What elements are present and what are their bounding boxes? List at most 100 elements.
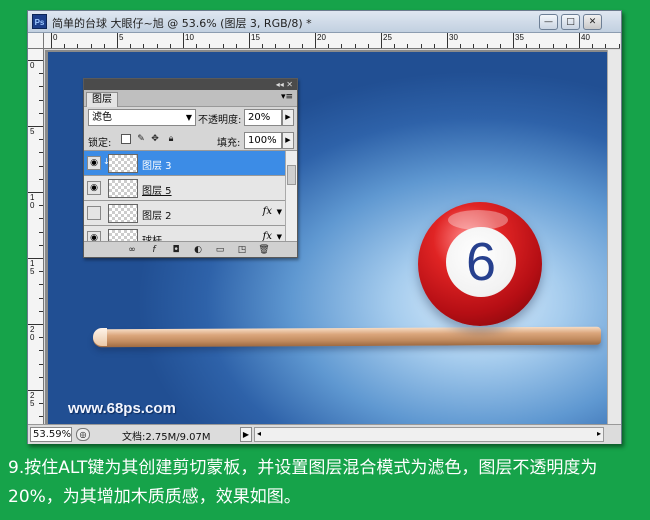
ruler-label: 0 (53, 33, 58, 42)
layers-tab-row: 图层 ▾≡ (84, 90, 297, 107)
opacity-label: 不透明度: (198, 115, 242, 126)
layers-scrollbar[interactable] (285, 151, 297, 241)
ruler-tick (39, 99, 43, 101)
fill-field[interactable]: 100% (244, 132, 282, 149)
lock-paint-icon[interactable]: ✎ (136, 134, 146, 144)
ruler-origin[interactable] (28, 33, 44, 49)
blend-mode-value: 滤色 (92, 112, 112, 123)
ball-number: 6 (465, 232, 497, 292)
horizontal-ruler[interactable]: 0 5 10 15 20 25 30 35 40 (44, 33, 620, 49)
layers-footer: ∞ f ◘ ◐ ▭ ◳ 🗑︎ (84, 241, 297, 257)
window-title: 简单的台球 大眼仔~旭 @ 53.6% (图层 3, RGB/8) * (52, 17, 312, 30)
layers-list: ◉ ↓ 图层 3 ◉ 图层 5 图层 2 fx ▼ ◉ 球杆 fx ▼ (84, 151, 286, 241)
ruler-tick (156, 44, 158, 48)
expand-effects-arrow-icon[interactable]: ▼ (277, 208, 282, 216)
status-menu-arrow-icon[interactable]: ▶ (240, 427, 252, 442)
ruler-tick (486, 44, 488, 48)
ruler-label: 5 (119, 33, 124, 42)
layer-thumbnail (108, 154, 138, 173)
ruler-tick (39, 297, 43, 299)
layer-row-layer2[interactable]: 图层 2 fx ▼ (84, 201, 286, 226)
ruler-label: 1 5 (30, 259, 35, 276)
scroll-left-icon[interactable]: ◂ (257, 429, 261, 438)
lock-transparent-icon[interactable] (121, 134, 131, 144)
ruler-tick (39, 205, 43, 207)
ruler-tick (473, 44, 475, 48)
visibility-toggle-empty[interactable] (87, 206, 101, 220)
layer-effects-icon[interactable]: fx (263, 206, 272, 217)
layer-row-cue[interactable]: ◉ 球杆 fx ▼ (84, 226, 286, 241)
layer-thumbnail (108, 229, 138, 241)
zoom-level-field[interactable]: 53.59% (30, 427, 72, 442)
cue-stick-tip (93, 328, 107, 346)
ruler-tick (605, 44, 607, 48)
minimize-button[interactable]: — (539, 14, 558, 30)
visibility-eye-icon[interactable]: ◉ (87, 231, 101, 241)
add-style-icon[interactable]: f (148, 244, 160, 256)
ruler-tick (565, 44, 567, 48)
ruler-tick (39, 363, 43, 365)
delete-layer-icon[interactable]: 🗑︎ (258, 244, 270, 256)
window-titlebar: Ps 简单的台球 大眼仔~旭 @ 53.6% (图层 3, RGB/8) * —… (28, 11, 621, 33)
panel-menu-icon[interactable]: ▾≡ (281, 92, 293, 102)
ruler-label: 0 (30, 61, 35, 70)
ruler-tick (64, 44, 66, 48)
scroll-right-icon[interactable]: ▸ (597, 429, 601, 438)
ruler-tick (407, 44, 409, 48)
visibility-eye-icon[interactable]: ◉ (87, 181, 101, 195)
lock-all-icon[interactable]: 🔒︎ (166, 134, 176, 144)
opacity-field[interactable]: 20% (244, 109, 282, 126)
link-layers-icon[interactable]: ∞ (126, 244, 138, 256)
blend-mode-select[interactable]: 滤色 ▼ (88, 109, 196, 126)
zoom-navigate-icon[interactable]: ◎ (76, 428, 90, 441)
ruler-tick (341, 44, 343, 48)
ruler-tick (499, 44, 501, 48)
fill-slider-arrow-icon[interactable]: ▶ (282, 132, 294, 149)
close-button[interactable]: ✕ (583, 14, 602, 30)
ruler-tick (315, 33, 316, 48)
ruler-label: 20 (317, 33, 326, 42)
ruler-tick (420, 44, 422, 48)
ruler-tick (288, 44, 290, 48)
ruler-tick (39, 112, 43, 114)
expand-effects-arrow-icon[interactable]: ▼ (277, 233, 282, 241)
document-size-info: 文档:2.75M/9.07M (122, 432, 211, 443)
layer-thumbnail (108, 204, 138, 223)
ruler-tick (39, 310, 43, 312)
ruler-tick (39, 403, 43, 405)
tab-layers[interactable]: 图层 (86, 92, 118, 107)
ruler-tick (513, 33, 514, 48)
ruler-tick (618, 44, 620, 48)
tutorial-caption: 9.按住ALT键为其创建剪切蒙板，并设置图层混合模式为滤色，图层不透明度为20%… (8, 458, 598, 507)
ruler-label: 15 (251, 33, 260, 42)
ruler-tick (130, 44, 132, 48)
scroll-thumb[interactable] (287, 165, 296, 185)
lock-position-icon[interactable]: ✥ (150, 134, 160, 144)
new-group-icon[interactable]: ▭ (214, 244, 226, 256)
visibility-eye-icon[interactable]: ◉ (87, 156, 101, 170)
horizontal-scrollbar[interactable]: ◂ ▸ (254, 427, 604, 442)
layers-panel-header[interactable]: ◂◂ ✕ (84, 79, 297, 90)
layer-name: 球杆 (142, 232, 162, 241)
layer-row-layer5[interactable]: ◉ 图层 5 (84, 176, 286, 201)
add-mask-icon[interactable]: ◘ (170, 244, 182, 256)
ruler-label: 35 (515, 33, 524, 42)
layer-effects-icon[interactable]: fx (263, 231, 272, 241)
ruler-label: 25 (383, 33, 392, 42)
layer-name: 图层 3 (142, 161, 172, 172)
ruler-tick (301, 44, 303, 48)
panel-collapse-close-icons[interactable]: ◂◂ ✕ (276, 79, 293, 90)
new-layer-icon[interactable]: ◳ (236, 244, 248, 256)
opacity-slider-arrow-icon[interactable]: ▶ (282, 109, 294, 126)
ruler-label: 10 (185, 33, 194, 42)
ruler-tick (39, 165, 43, 167)
ruler-label: 1 0 (30, 193, 35, 210)
maximize-button[interactable]: □ (561, 14, 580, 30)
layer-name: 图层 5 (142, 186, 172, 197)
vertical-scrollbar[interactable] (607, 50, 621, 424)
lock-fill-row: 锁定: ✎ ✥ 🔒︎ 填充: 100% ▶ (84, 129, 297, 151)
adjustment-layer-icon[interactable]: ◐ (192, 244, 204, 256)
layer-row-layer3[interactable]: ◉ ↓ 图层 3 (84, 151, 286, 176)
ball-number-spot: 6 (446, 227, 516, 297)
vertical-ruler[interactable]: 0 5 1 0 1 5 2 0 2 5 (28, 49, 44, 424)
